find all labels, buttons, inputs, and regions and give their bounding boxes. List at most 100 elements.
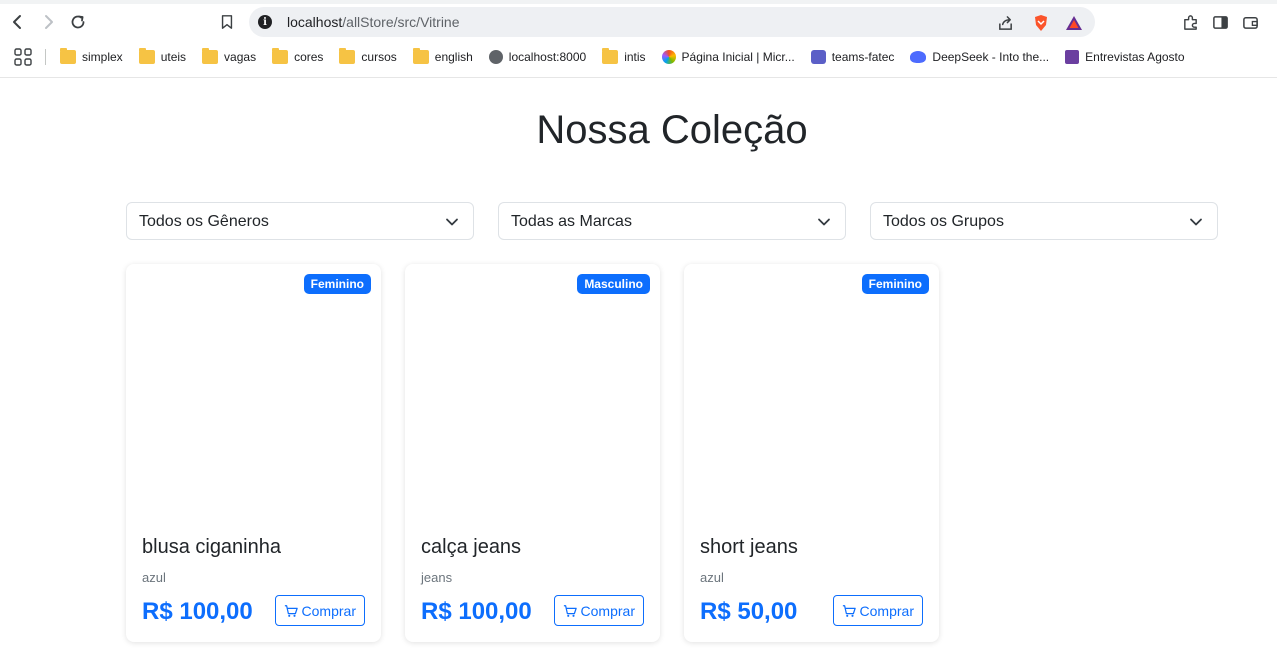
arrow-right-icon (45, 15, 53, 29)
bookmark-list: simplex uteis vagas cores cursos english… (60, 48, 1201, 66)
folder-icon (60, 48, 76, 64)
product-card: Masculino calça jeans jeans R$ 100,00 Co… (405, 264, 660, 642)
product-card: Feminino blusa ciganinha azul R$ 100,00 … (126, 264, 381, 642)
url-path: /allStore/src/Vitrine (342, 14, 460, 30)
bookmark-item[interactable]: cores (272, 48, 323, 66)
bookmark-label: DeepSeek - Into the... (932, 50, 1050, 64)
product-description: jeans (421, 570, 453, 585)
bookmark-label: vagas (224, 50, 257, 64)
site-info-icon[interactable]: i (258, 15, 272, 29)
sidebar-icon (1212, 15, 1228, 29)
copilot-icon (661, 50, 676, 64)
gender-badge: Masculino (577, 274, 650, 294)
browser-chrome: i localhost/allStore/src/Vitrine simplex… (0, 0, 1277, 78)
bookmark-item[interactable]: english (412, 48, 473, 66)
bookmarks-bar: simplex uteis vagas cores cursos english… (0, 44, 1277, 70)
reload-icon (71, 15, 85, 29)
arrow-left-icon (13, 15, 21, 29)
puzzle-icon (1183, 14, 1197, 30)
bookmark-item[interactable]: simplex (60, 48, 123, 66)
gender-badge: Feminino (861, 274, 929, 294)
cart-icon (563, 604, 577, 617)
folder-icon (202, 48, 219, 64)
share-button[interactable] (995, 13, 1015, 33)
product-price: R$ 100,00 (142, 598, 253, 625)
bookmark-label: Página Inicial | Micr... (681, 50, 795, 64)
bookmark-item[interactable]: teams-fatec (810, 48, 895, 66)
reload-button[interactable] (66, 10, 90, 34)
apps-grid-icon[interactable] (14, 48, 32, 66)
bookmark-item[interactable]: uteis (138, 48, 187, 66)
brave-lion-icon (1035, 15, 1047, 31)
cart-icon (284, 604, 298, 617)
bookmark-icon (221, 15, 233, 29)
bookmark-label: Entrevistas Agosto (1085, 50, 1185, 64)
tab-strip-edge (0, 0, 1277, 4)
gender-filter-value: Todos os Gêneros (139, 213, 269, 230)
address-bar[interactable]: i localhost/allStore/src/Vitrine (249, 7, 1095, 37)
forward-button[interactable] (36, 10, 60, 34)
product-name: short jeans (700, 536, 798, 558)
cart-icon (842, 604, 856, 617)
bookmark-label: english (434, 50, 473, 64)
address-url[interactable]: localhost/allStore/src/Vitrine (287, 14, 460, 30)
folder-icon (412, 48, 429, 64)
folder-icon (272, 48, 289, 64)
forms-icon (1065, 50, 1080, 64)
bookmark-item[interactable]: localhost:8000 (488, 48, 587, 66)
bookmark-page-button[interactable] (215, 10, 239, 34)
teams-icon (810, 50, 826, 64)
product-name: blusa ciganinha (142, 536, 281, 558)
brave-shields-button[interactable] (1031, 13, 1051, 33)
product-price: R$ 50,00 (700, 598, 798, 625)
url-host: localhost (287, 14, 343, 30)
bookmark-label: teams-fatec (831, 50, 895, 64)
bookmark-item[interactable]: Página Inicial | Micr... (661, 48, 795, 66)
bookmark-item[interactable]: cursos (339, 48, 397, 66)
bookmark-label: simplex (82, 50, 123, 64)
bookmark-label: intis (624, 50, 646, 64)
rewards-triangle-icon (1066, 16, 1082, 30)
bookmark-item[interactable]: vagas (202, 48, 256, 66)
product-description: azul (142, 570, 166, 585)
product-price: R$ 100,00 (421, 598, 532, 625)
chevron-down-icon (446, 218, 458, 226)
brand-filter-select[interactable]: Todas as Marcas (498, 202, 846, 240)
product-card: Feminino short jeans azul R$ 50,00 Compr… (684, 264, 939, 642)
buy-button[interactable]: Comprar (832, 595, 923, 626)
buy-button[interactable]: Comprar (553, 595, 644, 626)
buy-button-label: Comprar (301, 602, 356, 619)
brand-filter-value: Todas as Marcas (511, 213, 632, 230)
buy-button-label: Comprar (859, 602, 914, 619)
bookmark-item[interactable]: Entrevistas Agosto (1065, 48, 1185, 66)
group-filter-value: Todos os Grupos (883, 213, 1004, 230)
product-description: azul (700, 570, 724, 585)
back-button[interactable] (6, 10, 30, 34)
wallet-button[interactable] (1239, 11, 1261, 33)
gender-badge: Feminino (303, 274, 371, 294)
bookmarks-separator (45, 49, 46, 65)
brave-rewards-button[interactable] (1064, 13, 1084, 33)
chevron-down-icon (818, 218, 830, 226)
bookmark-label: localhost:8000 (508, 50, 587, 64)
bookmark-item[interactable]: DeepSeek - Into the... (910, 48, 1049, 66)
share-icon (998, 15, 1012, 30)
deepseek-icon (910, 51, 927, 63)
page-title: Nossa Coleção (536, 108, 808, 152)
folder-icon (602, 48, 619, 64)
sidebar-toggle-button[interactable] (1209, 11, 1231, 33)
buy-button[interactable]: Comprar (274, 595, 365, 626)
gender-filter-select[interactable]: Todos os Gêneros (126, 202, 474, 240)
bookmark-label: cores (294, 50, 324, 64)
bookmark-label: cursos (361, 50, 397, 64)
group-filter-select[interactable]: Todos os Grupos (870, 202, 1218, 240)
wallet-icon (1242, 16, 1258, 29)
folder-icon (339, 48, 356, 64)
extensions-button[interactable] (1179, 11, 1201, 33)
chevron-down-icon (1190, 218, 1202, 226)
globe-icon (488, 50, 503, 64)
buy-button-label: Comprar (580, 602, 635, 619)
bookmark-label: uteis (160, 50, 187, 64)
folder-icon (138, 48, 155, 64)
bookmark-item[interactable]: intis (602, 48, 646, 66)
